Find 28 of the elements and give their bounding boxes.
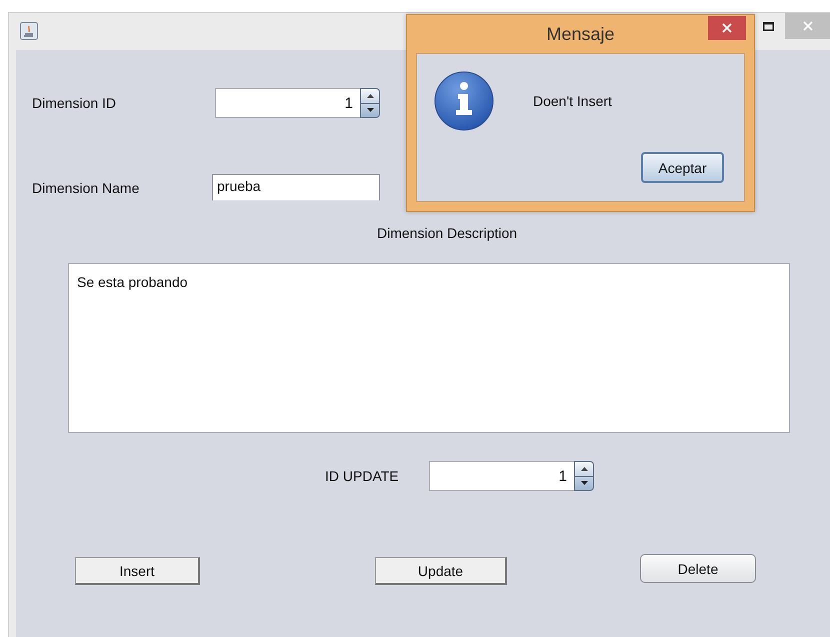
spin-down-button[interactable] bbox=[574, 476, 594, 491]
spin-down-button[interactable] bbox=[360, 102, 380, 118]
info-icon bbox=[434, 71, 494, 131]
close-icon bbox=[722, 23, 732, 33]
down-arrow-icon bbox=[366, 108, 374, 112]
ok-button[interactable]: Aceptar bbox=[641, 152, 724, 183]
description-field[interactable]: Se esta probando bbox=[68, 263, 790, 433]
text-field[interactable]: prueba bbox=[212, 174, 380, 201]
action-button[interactable]: Delete bbox=[640, 554, 756, 583]
close-icon bbox=[802, 21, 812, 31]
spin-up-button[interactable] bbox=[574, 461, 594, 476]
dialog-title: Mensaje bbox=[546, 24, 615, 44]
up-arrow-icon bbox=[580, 466, 588, 471]
field-label: Dimension Name bbox=[32, 180, 140, 196]
spin-up-button[interactable] bbox=[360, 88, 380, 102]
app-icon bbox=[20, 22, 38, 40]
number-field[interactable]: 1 bbox=[429, 461, 574, 491]
maximize-icon bbox=[762, 22, 774, 30]
dialog-message: Doen't Insert bbox=[533, 93, 612, 109]
up-arrow-icon bbox=[366, 94, 374, 98]
field-label: Dimension ID bbox=[32, 95, 118, 111]
field-label: Dimension Description bbox=[377, 225, 518, 241]
down-arrow-icon bbox=[580, 481, 588, 486]
close-button[interactable] bbox=[708, 16, 746, 40]
number-field[interactable]: 1 bbox=[215, 88, 360, 118]
action-button[interactable]: Insert bbox=[75, 557, 200, 585]
action-button[interactable]: Update bbox=[375, 557, 507, 585]
field-label: ID UPDATE bbox=[325, 468, 400, 484]
